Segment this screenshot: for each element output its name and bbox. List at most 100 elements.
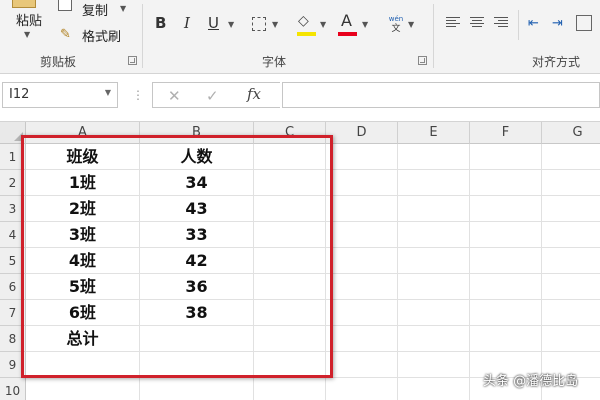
cell-e10[interactable] — [398, 378, 470, 400]
border-dropdown-icon[interactable]: ▼ — [272, 20, 278, 29]
copy-dropdown-icon[interactable]: ▼ — [120, 4, 126, 13]
cell-a5[interactable]: 4班 — [26, 248, 140, 274]
fill-color-icon[interactable]: ◇ — [298, 13, 309, 29]
increase-indent-icon[interactable]: ⇥ — [552, 16, 563, 31]
bold-button[interactable]: B — [155, 14, 166, 32]
cell-d3[interactable] — [326, 196, 398, 222]
cell-d6[interactable] — [326, 274, 398, 300]
cell-d10[interactable] — [326, 378, 398, 400]
cell-b1[interactable]: 人数 — [140, 144, 254, 170]
cell-e6[interactable] — [398, 274, 470, 300]
cell-f4[interactable] — [470, 222, 542, 248]
paste-icon[interactable] — [12, 0, 36, 8]
wrap-text-icon[interactable] — [576, 15, 592, 31]
cell-a4[interactable]: 3班 — [26, 222, 140, 248]
cell-b10[interactable] — [140, 378, 254, 400]
cell-b2[interactable]: 34 — [140, 170, 254, 196]
cell-a2[interactable]: 1班 — [26, 170, 140, 196]
cell-f3[interactable] — [470, 196, 542, 222]
cell-f6[interactable] — [470, 274, 542, 300]
cell-a9[interactable] — [26, 352, 140, 378]
cell-g7[interactable] — [542, 300, 600, 326]
fill-color-dropdown-icon[interactable]: ▼ — [320, 20, 326, 29]
row-header-5[interactable]: 5 — [0, 248, 26, 274]
cell-b6[interactable]: 36 — [140, 274, 254, 300]
cell-g8[interactable] — [542, 326, 600, 352]
column-header-c[interactable]: C — [254, 122, 326, 144]
column-header-d[interactable]: D — [326, 122, 398, 144]
cell-b3[interactable]: 43 — [140, 196, 254, 222]
cell-f1[interactable] — [470, 144, 542, 170]
format-painter-icon[interactable]: ✎ — [60, 27, 71, 42]
column-header-f[interactable]: F — [470, 122, 542, 144]
row-header-6[interactable]: 6 — [0, 274, 26, 300]
font-color-button[interactable]: A — [341, 11, 352, 30]
cell-e5[interactable] — [398, 248, 470, 274]
cell-d8[interactable] — [326, 326, 398, 352]
format-painter-button[interactable]: 格式刷 — [82, 26, 121, 45]
cell-b4[interactable]: 33 — [140, 222, 254, 248]
decrease-indent-icon[interactable]: ⇤ — [528, 16, 539, 31]
cell-e2[interactable] — [398, 170, 470, 196]
cell-c5[interactable] — [254, 248, 326, 274]
cell-e7[interactable] — [398, 300, 470, 326]
cell-d2[interactable] — [326, 170, 398, 196]
font-color-dropdown-icon[interactable]: ▼ — [362, 20, 368, 29]
cell-e3[interactable] — [398, 196, 470, 222]
enter-icon[interactable]: ✓ — [206, 87, 219, 105]
cell-d9[interactable] — [326, 352, 398, 378]
row-header-3[interactable]: 3 — [0, 196, 26, 222]
cell-d4[interactable] — [326, 222, 398, 248]
name-box[interactable]: I12 ▼ — [2, 82, 118, 108]
cell-a6[interactable]: 5班 — [26, 274, 140, 300]
row-header-2[interactable]: 2 — [0, 170, 26, 196]
cell-f7[interactable] — [470, 300, 542, 326]
cell-b9[interactable] — [140, 352, 254, 378]
row-header-7[interactable]: 7 — [0, 300, 26, 326]
cell-g3[interactable] — [542, 196, 600, 222]
worksheet-grid[interactable]: A B C D E F G 1 2 3 4 5 6 7 8 9 10 班级 人数 1… — [0, 122, 600, 400]
cell-e8[interactable] — [398, 326, 470, 352]
column-header-a[interactable]: A — [26, 122, 140, 144]
cell-g1[interactable] — [542, 144, 600, 170]
cell-c8[interactable] — [254, 326, 326, 352]
cell-c2[interactable] — [254, 170, 326, 196]
cell-c10[interactable] — [254, 378, 326, 400]
formula-input[interactable] — [282, 82, 600, 108]
formula-bar-grip-icon[interactable]: ⋮ — [132, 88, 144, 102]
cell-e9[interactable] — [398, 352, 470, 378]
underline-dropdown-icon[interactable]: ▼ — [228, 20, 234, 29]
clipboard-launcher-icon[interactable] — [128, 56, 137, 65]
column-header-b[interactable]: B — [140, 122, 254, 144]
align-right-icon[interactable] — [494, 17, 508, 29]
column-header-g[interactable]: G — [542, 122, 600, 144]
cell-d7[interactable] — [326, 300, 398, 326]
cell-c1[interactable] — [254, 144, 326, 170]
cell-e1[interactable] — [398, 144, 470, 170]
cell-f5[interactable] — [470, 248, 542, 274]
cell-b8[interactable] — [140, 326, 254, 352]
cell-f2[interactable] — [470, 170, 542, 196]
phonetic-guide-icon[interactable]: wén 文 — [388, 14, 404, 34]
cell-c6[interactable] — [254, 274, 326, 300]
cell-e4[interactable] — [398, 222, 470, 248]
cell-a8[interactable]: 总计 — [26, 326, 140, 352]
align-center-icon[interactable] — [470, 17, 484, 29]
cell-a3[interactable]: 2班 — [26, 196, 140, 222]
font-launcher-icon[interactable] — [418, 56, 427, 65]
cell-b5[interactable]: 42 — [140, 248, 254, 274]
cell-g6[interactable] — [542, 274, 600, 300]
phonetic-dropdown-icon[interactable]: ▼ — [408, 20, 414, 29]
copy-button[interactable]: 复制 — [82, 0, 108, 19]
cell-a10[interactable] — [26, 378, 140, 400]
cell-g2[interactable] — [542, 170, 600, 196]
italic-button[interactable]: I — [184, 14, 190, 32]
row-header-4[interactable]: 4 — [0, 222, 26, 248]
cell-a1[interactable]: 班级 — [26, 144, 140, 170]
cell-a7[interactable]: 6班 — [26, 300, 140, 326]
cell-c7[interactable] — [254, 300, 326, 326]
insert-function-icon[interactable]: fx — [247, 85, 261, 103]
cell-d5[interactable] — [326, 248, 398, 274]
row-header-10[interactable]: 10 — [0, 378, 26, 400]
underline-button[interactable]: U — [208, 14, 219, 32]
